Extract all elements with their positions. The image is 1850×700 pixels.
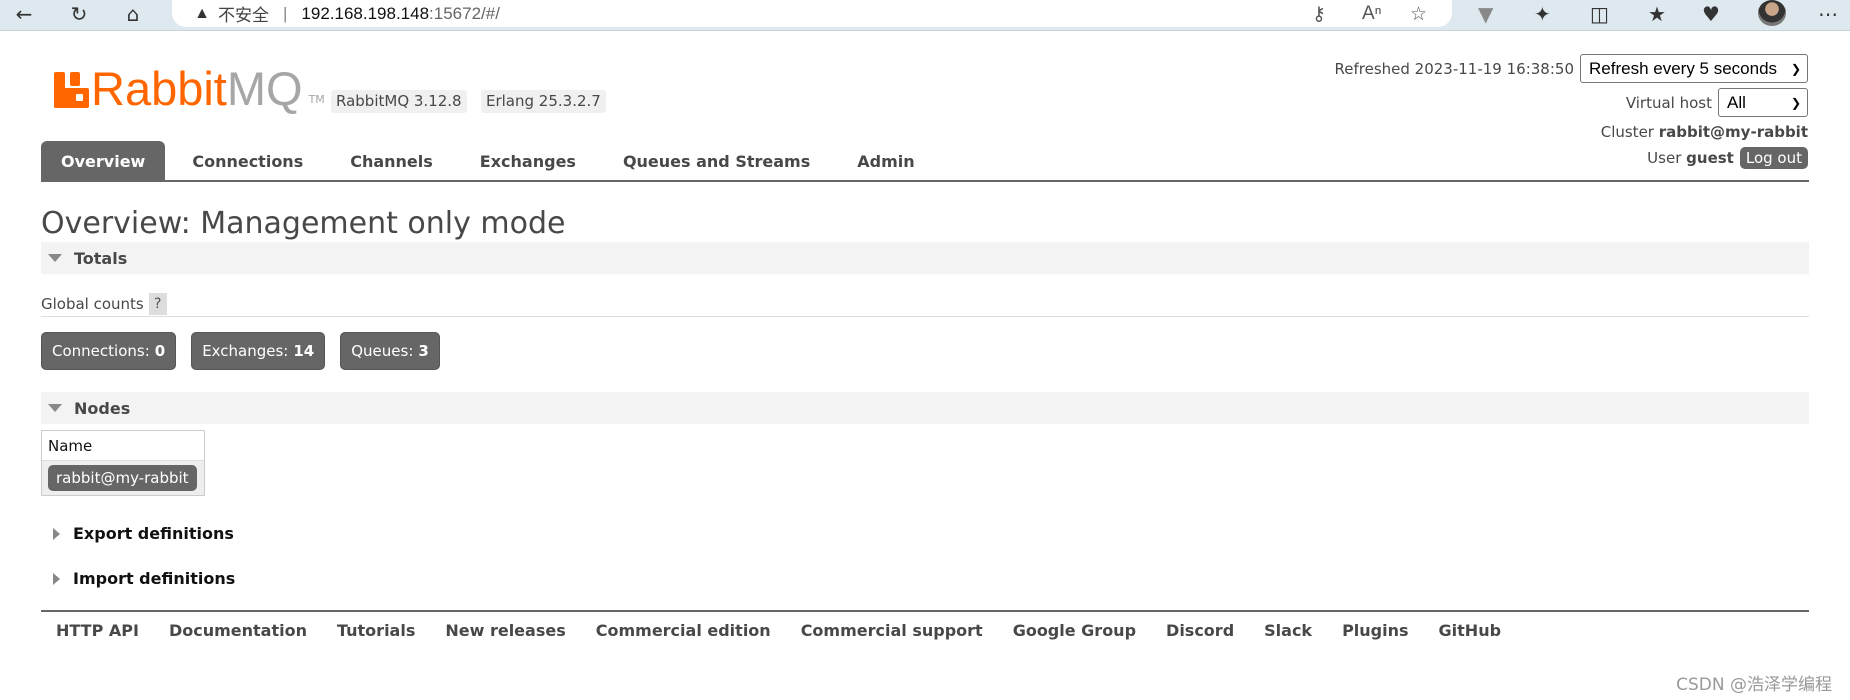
node-link[interactable]: rabbit@my-rabbit xyxy=(48,465,197,491)
vhost-select[interactable]: All ❯ xyxy=(1718,88,1808,117)
global-counts: Global counts ? xyxy=(41,293,167,315)
rabbitmq-logo[interactable]: RabbitMQ TM xyxy=(54,62,325,115)
user-row: User guest Log out xyxy=(1647,147,1808,169)
logout-button[interactable]: Log out xyxy=(1739,147,1808,169)
tab-queues-and-streams[interactable]: Queues and Streams xyxy=(603,141,830,181)
home-icon[interactable]: ⌂ xyxy=(115,0,151,27)
tab-overview[interactable]: Overview xyxy=(41,141,166,181)
erlang-version: Erlang 25.3.2.7 xyxy=(481,90,606,113)
cluster-name: rabbit@my-rabbit xyxy=(1658,123,1808,141)
nodes-table: Name rabbit@my-rabbit xyxy=(41,430,205,496)
chevron-down-icon: ❯ xyxy=(1790,95,1801,110)
refresh-icon[interactable]: ↻ xyxy=(61,0,97,27)
caret-right-icon xyxy=(53,572,60,585)
back-icon[interactable]: ← xyxy=(6,0,42,27)
address-bar[interactable]: ▲ 不安全 | 192.168.198.148:15672/#/ ⚷ Aⁿ ☆ xyxy=(172,0,1452,27)
cluster-label: Cluster xyxy=(1600,123,1654,141)
tab-channels[interactable]: Channels xyxy=(330,141,453,181)
csdn-watermark: CSDN @浩泽学编程 xyxy=(1676,675,1832,695)
caret-down-icon xyxy=(48,404,62,412)
cluster-row: Cluster rabbit@my-rabbit xyxy=(1601,123,1808,141)
footer-link-commercial-edition[interactable]: Commercial edition xyxy=(581,620,786,642)
footer-link-plugins[interactable]: Plugins xyxy=(1327,620,1423,642)
queues-count-button[interactable]: Queues: 3 xyxy=(340,332,440,370)
split-screen-icon[interactable]: ◫ xyxy=(1590,2,1609,26)
favorites-icon[interactable]: ★ xyxy=(1648,2,1666,26)
browser-toolbar: ← ↻ ⌂ ▲ 不安全 | 192.168.198.148:15672/#/ ⚷… xyxy=(0,0,1850,31)
footer-links: HTTP API Documentation Tutorials New rel… xyxy=(41,620,1516,642)
global-counts-label: Global counts xyxy=(41,295,144,313)
footer-link-slack[interactable]: Slack xyxy=(1249,620,1327,642)
refresh-row: Refreshed 2023-11-19 16:38:50 Refresh ev… xyxy=(1335,54,1808,83)
performance-icon[interactable]: ♥ xyxy=(1702,2,1720,26)
read-aloud-icon[interactable]: Aⁿ xyxy=(1362,3,1382,25)
help-icon[interactable]: ? xyxy=(148,293,167,315)
footer-link-commercial-support[interactable]: Commercial support xyxy=(786,620,998,642)
totals-header: Totals xyxy=(74,248,128,268)
vhost-label: Virtual host xyxy=(1625,93,1712,112)
exchanges-count-button[interactable]: Exchanges: 14 xyxy=(191,332,326,370)
table-row: rabbit@my-rabbit xyxy=(42,461,204,495)
star-icon[interactable]: ☆ xyxy=(1410,3,1427,26)
vivaldi-icon[interactable]: ▼ xyxy=(1478,2,1493,26)
footer-link-google-group[interactable]: Google Group xyxy=(998,620,1151,642)
global-counts-divider xyxy=(41,316,1809,317)
totals-section-toggle[interactable]: Totals xyxy=(41,242,1809,274)
page-title: Overview: Management only mode xyxy=(41,206,566,241)
profile-avatar[interactable] xyxy=(1758,0,1786,26)
refresh-interval-select[interactable]: Refresh every 5 seconds ❯ xyxy=(1580,54,1808,83)
nodes-header: Nodes xyxy=(74,398,131,418)
main-nav-tabs: Overview Connections Channels Exchanges … xyxy=(41,141,942,181)
object-counts: Connections: 0 Exchanges: 14 Queues: 3 xyxy=(41,332,455,370)
logo-trademark: TM xyxy=(308,93,325,106)
chevron-down-icon: ❯ xyxy=(1790,61,1801,76)
rabbitmq-version: RabbitMQ 3.12.8 xyxy=(331,90,467,113)
import-definitions-toggle[interactable]: Import definitions xyxy=(41,569,235,588)
footer-link-tutorials[interactable]: Tutorials xyxy=(322,620,430,642)
user-label: User xyxy=(1647,149,1682,167)
footer-link-documentation[interactable]: Documentation xyxy=(154,620,322,642)
footer-divider xyxy=(41,610,1809,612)
warning-icon: ▲ xyxy=(194,4,210,22)
tab-divider xyxy=(41,180,1809,182)
footer-link-new-releases[interactable]: New releases xyxy=(430,620,580,642)
url-host: 192.168.198.148 xyxy=(301,3,430,23)
rabbitmq-logo-icon xyxy=(54,72,89,108)
caret-down-icon xyxy=(48,254,62,262)
footer-link-discord[interactable]: Discord xyxy=(1151,620,1249,642)
nodes-column-header: Name xyxy=(42,431,204,461)
insecure-label: 不安全 xyxy=(218,6,269,25)
extensions-icon[interactable]: ✦ xyxy=(1534,2,1551,26)
tab-admin[interactable]: Admin xyxy=(837,141,934,181)
vhost-row: Virtual host All ❯ xyxy=(1626,88,1808,117)
refreshed-timestamp: Refreshed 2023-11-19 16:38:50 xyxy=(1334,59,1574,78)
url-path: :15672/#/ xyxy=(429,3,500,23)
more-icon[interactable]: ⋯ xyxy=(1818,2,1838,26)
caret-right-icon xyxy=(53,527,60,540)
tab-connections[interactable]: Connections xyxy=(172,141,323,181)
user-name: guest xyxy=(1686,149,1734,167)
export-definitions-toggle[interactable]: Export definitions xyxy=(41,524,234,543)
tab-exchanges[interactable]: Exchanges xyxy=(460,141,596,181)
nodes-section-toggle[interactable]: Nodes xyxy=(41,392,1809,424)
logo-wordmark: RabbitMQ xyxy=(91,62,303,115)
footer-link-github[interactable]: GitHub xyxy=(1424,620,1517,642)
address-separator: | xyxy=(283,3,288,23)
key-icon[interactable]: ⚷ xyxy=(1312,3,1326,26)
connections-count-button[interactable]: Connections: 0 xyxy=(41,332,177,370)
footer-link-http-api[interactable]: HTTP API xyxy=(41,620,154,642)
